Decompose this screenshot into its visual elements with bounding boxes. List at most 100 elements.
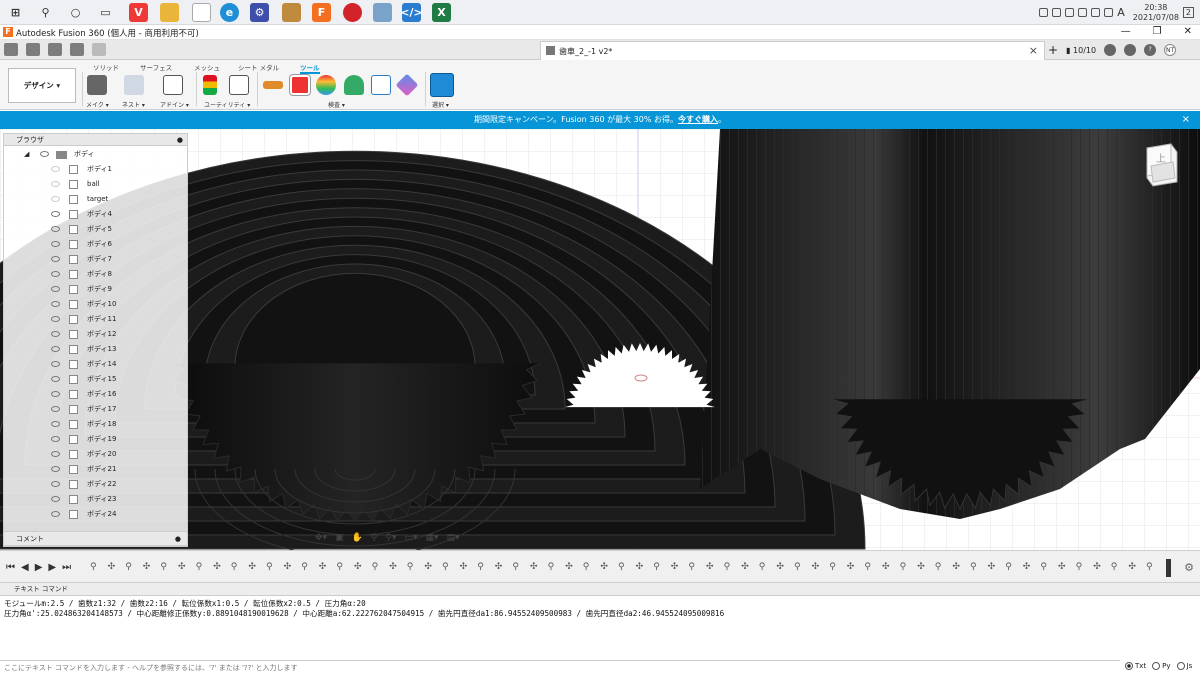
browser-body-item[interactable]: ボディ20 — [4, 447, 184, 462]
mode-py[interactable]: Py — [1152, 662, 1171, 670]
timeline-feature-icon[interactable]: ⚲ — [512, 561, 520, 573]
timeline-marker[interactable] — [1166, 559, 1171, 577]
timeline-feature-icon[interactable]: ⚲ — [477, 561, 485, 573]
timeline-feature-icon[interactable]: ⚲ — [829, 561, 837, 573]
timeline-feature-icon[interactable]: ⚲ — [970, 561, 978, 573]
tab-tools[interactable]: ツール — [300, 62, 320, 74]
visibility-eye-icon[interactable] — [51, 301, 60, 307]
browser-body-item[interactable]: ボディ21 — [4, 462, 184, 477]
visibility-eye-icon[interactable] — [51, 496, 60, 502]
tray-icon[interactable] — [1078, 8, 1088, 17]
visibility-eye-icon[interactable] — [51, 361, 60, 367]
timeline-settings-icon[interactable]: ⚙ — [1184, 561, 1194, 574]
browser-body-item[interactable]: ボディ12 — [4, 327, 184, 342]
timeline-feature-icon[interactable]: ⚲ — [1111, 561, 1119, 573]
look-at-icon[interactable]: ▣ — [335, 533, 344, 543]
search-icon[interactable]: ⚲ — [36, 3, 55, 22]
timeline-feature-icon[interactable]: ⚲ — [336, 561, 344, 573]
timeline-feature-icon[interactable]: ✣ — [706, 561, 714, 573]
timeline-track[interactable]: ⚲ ✣ ⚲ ✣ ⚲ ✣ ⚲ ✣ ⚲ ✣ ⚲ ✣ ⚲ ✣ ⚲ ✣ ⚲ ✣ ⚲ ✣ ⚲ ✣ ⚲ ✣ ⚲ ✣ ⚲ ✣ ⚲ ✣ ⚲ ✣ ⚲ ✣ ⚲ ✣ ⚲ ✣ ⚲ ✣… — [90, 561, 1170, 575]
close-icon[interactable]: ✕ — [1184, 26, 1192, 37]
viewcube-face[interactable]: 上 — [1156, 150, 1166, 165]
tab-solid[interactable]: ソリッド — [93, 62, 119, 72]
timeline-feature-icon[interactable]: ✣ — [882, 561, 890, 573]
save-icon[interactable] — [48, 43, 62, 56]
timeline-feature-icon[interactable]: ✣ — [178, 561, 186, 573]
group-make[interactable]: メイク ▾ — [86, 100, 109, 109]
timeline-feature-icon[interactable]: ✣ — [565, 561, 573, 573]
browser-body-item[interactable]: ボディ16 — [4, 387, 184, 402]
buy-now-link[interactable]: 今すぐ購入 — [678, 115, 718, 124]
play-icon[interactable]: ▶ — [35, 562, 43, 573]
go-to-start-icon[interactable]: ⏮ — [6, 562, 15, 573]
timeline-feature-icon[interactable]: ✣ — [213, 561, 221, 573]
zoom-icon[interactable]: ⚲ — [371, 533, 378, 543]
browser-body-item[interactable]: target — [4, 192, 184, 207]
visibility-eye-icon[interactable] — [51, 451, 60, 457]
timeline-feature-icon[interactable]: ⚲ — [864, 561, 872, 573]
curvature-icon[interactable] — [316, 75, 336, 95]
group-utility[interactable]: ユーティリティ ▾ — [204, 100, 250, 109]
visibility-eye-icon[interactable] — [51, 226, 60, 232]
browser-header[interactable]: ブラウザ ● — [4, 134, 187, 146]
browser-body-item[interactable]: ボディ9 — [4, 282, 184, 297]
zebra-icon[interactable] — [344, 75, 364, 95]
browser-body-item[interactable]: ボディ23 — [4, 492, 184, 507]
visibility-eye-icon[interactable] — [51, 436, 60, 442]
timeline-feature-icon[interactable]: ✣ — [917, 561, 925, 573]
timeline-feature-icon[interactable]: ⚲ — [196, 561, 204, 573]
timeline-feature-icon[interactable]: ✣ — [1128, 561, 1136, 573]
tab-mesh[interactable]: メッシュ — [194, 62, 220, 72]
visibility-eye-icon[interactable] — [51, 331, 60, 337]
text-command-header[interactable]: テキスト コマンド — [0, 583, 1200, 596]
timeline-feature-icon[interactable]: ⚲ — [548, 561, 556, 573]
zoom-window-icon[interactable]: ⚲▾ — [385, 533, 396, 543]
data-panel-icon[interactable] — [4, 43, 18, 56]
fusion-icon[interactable]: F — [312, 3, 331, 22]
visibility-eye-icon[interactable] — [51, 466, 60, 472]
tray-icon[interactable] — [1091, 8, 1101, 17]
timeline-feature-icon[interactable]: ✣ — [354, 561, 362, 573]
timeline-feature-icon[interactable]: ✣ — [389, 561, 397, 573]
browser-body-item[interactable]: ボディ5 — [4, 222, 184, 237]
timeline-feature-icon[interactable]: ✣ — [671, 561, 679, 573]
tray-icon[interactable] — [1052, 8, 1062, 17]
redo-icon[interactable] — [92, 43, 106, 56]
excel-icon[interactable]: X — [432, 3, 451, 22]
timeline-feature-icon[interactable]: ⚲ — [1076, 561, 1084, 573]
help-icon[interactable]: ? — [1144, 44, 1157, 56]
timeline-feature-icon[interactable]: ⚲ — [372, 561, 380, 573]
close-tab-icon[interactable]: × — [1029, 44, 1038, 57]
viewports-icon[interactable]: ▤▾ — [447, 533, 460, 543]
visibility-eye-icon[interactable] — [51, 391, 60, 397]
visibility-eye-icon[interactable] — [51, 271, 60, 277]
timeline-feature-icon[interactable]: ✣ — [530, 561, 538, 573]
timeline-feature-icon[interactable]: ⚲ — [900, 561, 908, 573]
viewcube[interactable]: 上 — [1143, 142, 1179, 188]
timeline-feature-icon[interactable]: ✣ — [636, 561, 644, 573]
comments-panel[interactable]: コメント ● — [3, 531, 188, 546]
timeline-feature-icon[interactable]: ✣ — [1023, 561, 1031, 573]
timeline-feature-icon[interactable]: ⚲ — [1146, 561, 1154, 573]
notifications-icon[interactable] — [1124, 44, 1137, 56]
visibility-eye-icon[interactable] — [40, 151, 49, 157]
timeline-feature-icon[interactable]: ⚲ — [653, 561, 661, 573]
timeline-feature-icon[interactable]: ⚲ — [442, 561, 450, 573]
notification-badge[interactable]: 2 — [1182, 7, 1194, 18]
timeline-feature-icon[interactable]: ✣ — [143, 561, 151, 573]
timeline-feature-icon[interactable]: ✣ — [988, 561, 996, 573]
addin-icon[interactable] — [163, 75, 183, 95]
browser-body-item[interactable]: ボディ19 — [4, 432, 184, 447]
visibility-eye-icon[interactable] — [51, 166, 60, 172]
browser-body-item[interactable]: ボディ10 — [4, 297, 184, 312]
expand-icon[interactable]: ◢ — [24, 147, 29, 162]
browser-body-item[interactable]: ボディ24 — [4, 507, 184, 522]
clock[interactable]: 20:38 2021/07/08 — [1133, 3, 1179, 23]
timeline-feature-icon[interactable]: ✣ — [812, 561, 820, 573]
text-command-input[interactable]: ここにテキスト コマンドを入力します - ヘルプを参照するには、'?' または … — [0, 660, 1120, 674]
browser-body-item[interactable]: ball — [4, 177, 184, 192]
timeline-feature-icon[interactable]: ✣ — [424, 561, 432, 573]
timeline-feature-icon[interactable]: ⚲ — [935, 561, 943, 573]
workspace-selector[interactable]: デザイン ▾ — [8, 68, 76, 103]
timeline-feature-icon[interactable]: ⚲ — [160, 561, 168, 573]
